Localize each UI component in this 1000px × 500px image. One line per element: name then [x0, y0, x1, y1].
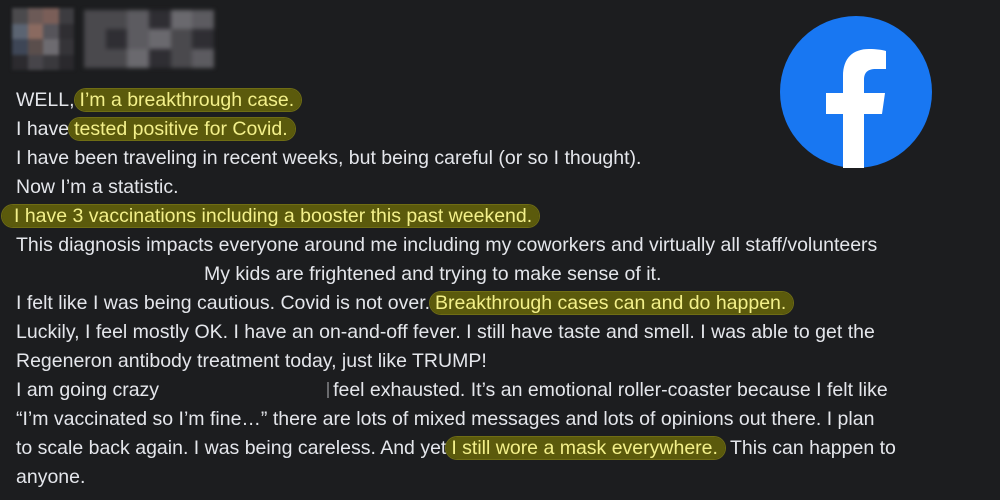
post-text-segment: to scale back again. I was being careles…: [16, 437, 447, 459]
post-line: anyone.: [16, 466, 86, 488]
post-line: I felt like I was being cautious. Covid …: [16, 289, 991, 318]
post-text-segment: I felt like I was being cautious. Covid …: [16, 292, 431, 314]
redacted-author-name: [84, 10, 214, 68]
post-line: WELL, I’m a breakthrough case.: [16, 86, 991, 115]
post-line: I have tested positive for Covid.: [16, 115, 991, 144]
post-line: This diagnosis impacts everyone around m…: [16, 234, 878, 256]
post-text-segment: I have: [16, 118, 70, 140]
highlighted-text: Breakthrough cases can and do happen.: [430, 292, 794, 314]
post-line: I am going crazy feel exhausted. It’s an …: [16, 376, 991, 405]
post-line: I have been traveling in recent weeks, b…: [16, 147, 642, 169]
highlighted-text: I have 3 vaccinations including a booste…: [2, 205, 540, 227]
post-text-segment: feel exhausted. It’s an emotional roller…: [333, 379, 888, 401]
post-text-segment: This can happen to: [724, 437, 896, 459]
post-line: My kids are frightened and trying to mak…: [16, 260, 991, 289]
post-text-segment: WELL,: [16, 89, 75, 111]
post-text-segment: I am going crazy: [16, 379, 160, 401]
post-text: WELL, I’m a breakthrough case. I have test…: [2, 86, 991, 492]
highlighted-text: I still wore a mask everywhere.: [446, 437, 725, 459]
post-line: Now I’m a statistic.: [16, 176, 179, 198]
post-line: Luckily, I feel mostly OK. I have an on-…: [16, 321, 875, 343]
post-line: I have 3 vaccinations including a booste…: [2, 202, 991, 231]
post-line: Regeneron antibody treatment today, just…: [16, 350, 487, 372]
highlighted-text: I’m a breakthrough case.: [74, 89, 302, 111]
post-line: to scale back again. I was being careles…: [16, 434, 991, 463]
redaction-mark: [327, 382, 330, 398]
post-text-segment: My kids are frightened and trying to mak…: [204, 263, 662, 285]
highlighted-text: tested positive for Covid.: [69, 118, 295, 140]
facebook-post: WELL, I’m a breakthrough case. I have test…: [0, 0, 1000, 500]
post-line: “I’m vaccinated so I’m fine…” there are …: [16, 408, 875, 430]
redacted-avatar: [12, 8, 74, 70]
